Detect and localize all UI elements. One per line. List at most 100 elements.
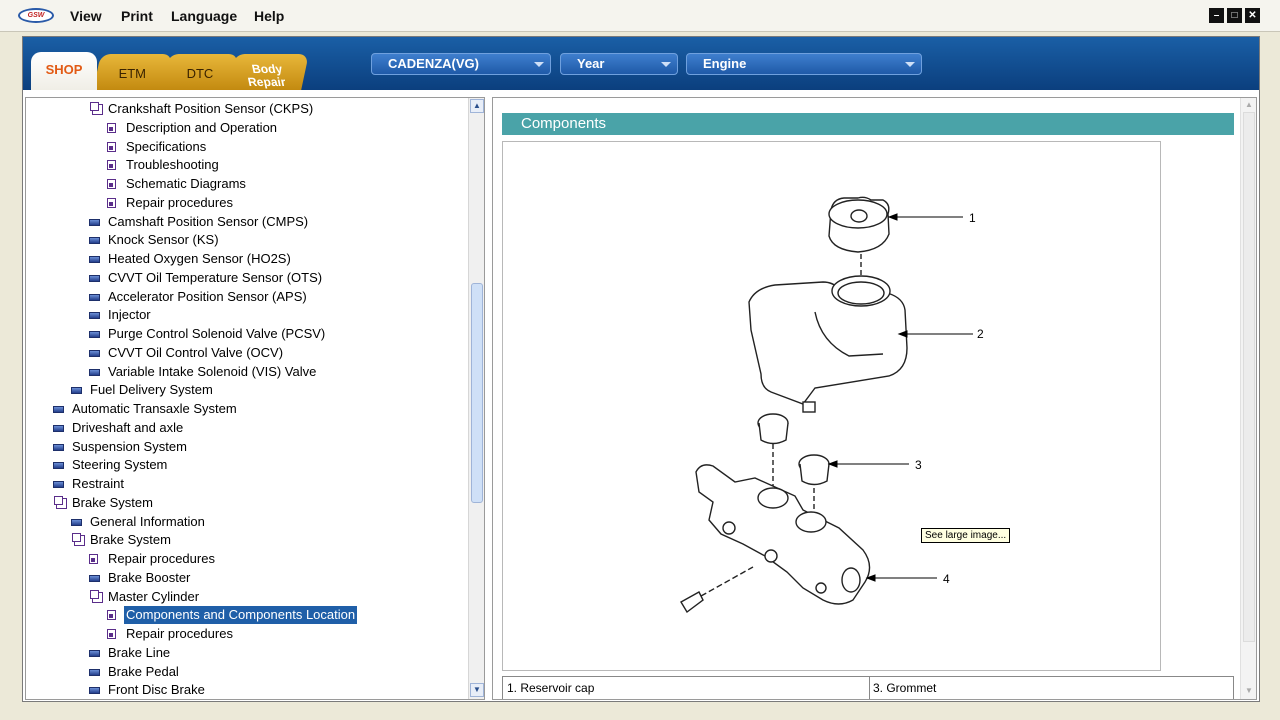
tree-item-label: Front Disc Brake	[108, 682, 205, 698]
tree-item-label: Accelerator Position Sensor (APS)	[108, 288, 307, 304]
tree-item-label: Description and Operation	[126, 119, 278, 135]
book-icon	[89, 274, 100, 282]
book-icon	[53, 406, 64, 413]
components-figure[interactable]: 1 2 3 4 See large image...	[502, 141, 1161, 671]
scroll-up-icon[interactable]: ▲	[470, 99, 484, 113]
book-icon	[89, 349, 100, 357]
scroll-down-icon[interactable]: ▼	[1243, 685, 1255, 697]
tree-item-label: Specifications	[126, 138, 207, 154]
tab-body-repair[interactable]: Body Repair	[227, 54, 309, 90]
tree-item-label: Automatic Transaxle System	[72, 401, 237, 416]
components-legend: 1. Reservoir cap 3. Grommet	[502, 676, 1234, 699]
book-icon	[89, 293, 100, 301]
book-icon	[71, 518, 82, 526]
tree-item-label: Knock Sensor (KS)	[108, 232, 219, 248]
book-icon	[53, 443, 64, 451]
book-icon	[89, 331, 100, 338]
tree-scrollbar[interactable]: ▲ ▼	[468, 98, 484, 699]
book-icon	[89, 574, 100, 582]
tree-item-label: Repair procedures	[126, 626, 233, 641]
callout-3: 3	[915, 458, 922, 472]
content-scroll-thumb[interactable]	[1243, 112, 1255, 642]
page-icon	[107, 179, 116, 189]
open-folder-icon	[90, 589, 103, 603]
main-frame: SHOP ETM DTC Body Repair CADENZA(VG) Year…	[22, 36, 1260, 702]
tab-body-label-2: Repair	[246, 75, 288, 89]
tree-item-label: Variable Intake Solenoid (VIS) Valve	[108, 363, 317, 379]
page-icon	[107, 197, 116, 208]
tree-item-label: CVVT Oil Temperature Sensor (OTS)	[108, 269, 323, 285]
tree-item-label: General Information	[90, 513, 205, 529]
book-icon	[53, 462, 64, 470]
tree-item-label: Repair procedures	[108, 551, 215, 566]
maximize-icon[interactable]: □	[1227, 8, 1242, 23]
close-icon[interactable]: ✕	[1245, 8, 1260, 23]
menu-help[interactable]: Help	[254, 8, 284, 24]
engine-select-value: Engine	[703, 56, 747, 71]
tab-shop-label: SHOP	[45, 62, 83, 77]
scroll-up-icon[interactable]: ▲	[1243, 99, 1255, 111]
page-icon	[107, 629, 116, 639]
tree-item-label: Driveshaft and axle	[72, 419, 184, 435]
model-select-value: CADENZA(VG)	[388, 56, 479, 71]
tree-item-label: Brake Pedal	[108, 663, 179, 679]
chevron-down-icon	[905, 62, 915, 67]
scroll-down-icon[interactable]: ▼	[470, 683, 484, 697]
minimize-icon[interactable]: –	[1209, 8, 1224, 23]
page-icon	[107, 160, 116, 171]
tree-item-label: Suspension System	[72, 438, 187, 454]
see-large-image-tooltip[interactable]: See large image...	[921, 528, 1011, 543]
tab-etm[interactable]: ETM	[93, 54, 173, 90]
open-folder-icon	[90, 102, 103, 115]
legend-item-1: 1. Reservoir cap	[507, 681, 595, 695]
model-select[interactable]: CADENZA(VG)	[371, 53, 551, 75]
section-title: Components	[502, 113, 1234, 135]
book-icon	[71, 387, 82, 395]
year-select-value: Year	[577, 56, 605, 71]
tree-item-label: CVVT Oil Control Valve (OCV)	[108, 344, 284, 360]
tree-scroll-thumb[interactable]	[471, 283, 483, 503]
tree-item-label: Injector	[108, 307, 151, 323]
navigation-tree: Crankshaft Position Sensor (CKPS) Descrip…	[25, 97, 485, 700]
book-icon	[89, 668, 100, 676]
year-select[interactable]: Year	[560, 53, 678, 75]
content-scrollbar[interactable]: ▲ ▼	[1240, 98, 1256, 699]
tree-item-label: Camshaft Position Sensor (CMPS)	[108, 213, 309, 229]
tree-item-label: Components and Components Location	[124, 606, 358, 625]
book-icon	[89, 256, 100, 263]
callout-1: 1	[969, 211, 976, 225]
tab-dtc-label: DTC	[186, 66, 213, 81]
engine-select[interactable]: Engine	[686, 53, 922, 75]
master-cylinder-diagram: 1 2 3 4	[680, 196, 984, 614]
open-folder-icon	[54, 495, 67, 509]
page-icon	[107, 122, 116, 133]
tree-item-label: Restraint	[72, 476, 125, 491]
book-icon	[53, 481, 64, 488]
tab-etm-label: ETM	[118, 66, 147, 81]
tree-item-label: Schematic Diagrams	[126, 176, 246, 191]
book-icon	[89, 312, 100, 320]
open-folder-icon	[72, 533, 85, 547]
legend-item-3: 3. Grommet	[873, 681, 937, 695]
tree-item-label: Crankshaft Position Sensor (CKPS)	[108, 101, 314, 116]
menu-language[interactable]: Language	[171, 8, 237, 24]
top-toolbar: SHOP ETM DTC Body Repair CADENZA(VG) Year…	[23, 37, 1259, 90]
callout-2: 2	[977, 327, 984, 341]
tree-item-label: Brake System	[90, 532, 171, 548]
tree-item-label: Fuel Delivery System	[90, 382, 213, 398]
tree-item-label: Repair procedures	[126, 194, 233, 210]
book-icon	[89, 237, 100, 245]
book-icon	[89, 368, 100, 376]
callout-4: 4	[943, 572, 950, 586]
chevron-down-icon	[534, 62, 544, 67]
tab-shop[interactable]: SHOP	[31, 52, 97, 90]
legend-divider	[869, 677, 870, 699]
page-icon	[107, 141, 116, 152]
book-icon	[89, 687, 100, 695]
tree-item-label: Master Cylinder	[108, 588, 200, 604]
menu-print[interactable]: Print	[121, 8, 153, 24]
menu-bar: GSW View Print Language Help – □ ✕	[0, 0, 1280, 32]
content-panel: Components 1 2 3 4 See large image... 1.…	[492, 97, 1257, 700]
book-icon	[53, 424, 64, 432]
menu-view[interactable]: View	[70, 8, 102, 24]
